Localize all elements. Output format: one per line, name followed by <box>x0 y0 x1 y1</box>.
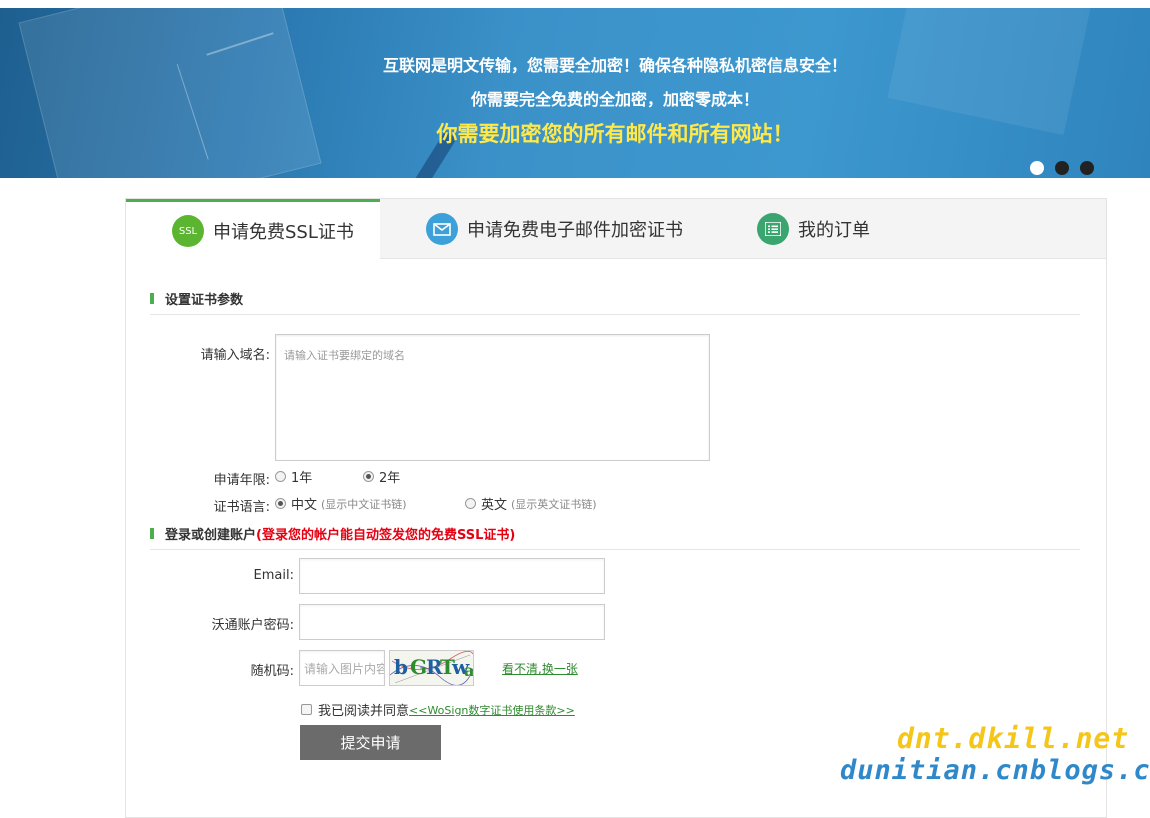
carousel-indicators <box>1030 161 1094 175</box>
tab-my-orders[interactable]: 我的订单 <box>757 199 957 259</box>
watermark-line-1: dnt.dkill.net <box>897 722 1130 755</box>
tab-label: 申请免费电子邮件加密证书 <box>467 220 683 241</box>
ssl-icon-text: SSL <box>178 225 198 237</box>
carousel-dot-3[interactable] <box>1080 161 1094 175</box>
radio-label: 2年 <box>379 471 401 486</box>
domain-label: 请输入域名: <box>200 348 270 363</box>
hero-banner: 互联网是明文传输，您需要全加密！确保各种隐私机密信息安全！ 你需要完全免费的全加… <box>0 8 1150 178</box>
envelope-icon <box>426 213 458 245</box>
radio-button[interactable] <box>465 498 476 509</box>
banner-headline-1: 互联网是明文传输，您需要全加密！确保各种隐私机密信息安全！ <box>382 56 847 75</box>
radio-button-selected[interactable] <box>363 471 374 482</box>
password-input[interactable] <box>299 604 605 640</box>
radio-label: 1年 <box>291 471 313 486</box>
language-option-chinese[interactable]: 中文 (显示中文证书链) <box>275 494 407 513</box>
captcha-label: 随机码: <box>250 664 294 679</box>
section-title: 登录或创建账户(登录您的帐户能自动签发您的免费SSL证书) <box>165 524 515 543</box>
radio-label: 英文 <box>481 498 508 513</box>
banner-headline-3: 你需要加密您的所有邮件和所有网站！ <box>436 122 794 146</box>
email-input[interactable] <box>299 558 605 594</box>
captcha-char: b <box>394 655 408 679</box>
list-icon <box>757 213 789 245</box>
language-label: 证书语言: <box>213 500 270 515</box>
section-header-login: 登录或创建账户(登录您的帐户能自动签发您的免费SSL证书) <box>150 524 1080 550</box>
watermark-line-2: dunitian.cnblogs.com <box>840 755 1150 786</box>
radio-label: 中文 <box>291 498 318 513</box>
agreement-row: 我已阅读并同意 <<WoSign数字证书使用条款>> <box>301 700 575 719</box>
period-label: 申请年限: <box>213 473 270 488</box>
tab-label: 申请免费SSL证书 <box>213 222 354 243</box>
ssl-icon: SSL <box>172 215 204 247</box>
tab-label: 我的订单 <box>798 220 870 241</box>
radio-button[interactable] <box>275 471 286 482</box>
submit-button[interactable]: 提交申请 <box>300 725 441 760</box>
section-title: 设置证书参数 <box>165 293 244 308</box>
period-option-1year[interactable]: 1年 <box>275 467 312 486</box>
captcha-refresh-link[interactable]: 看不清,换一张 <box>502 660 578 677</box>
language-option-english[interactable]: 英文 (显示英文证书链) <box>465 494 597 513</box>
tab-free-email-cert[interactable]: 申请免费电子邮件加密证书 <box>426 199 726 259</box>
section-title-text: 登录或创建账户 <box>165 528 257 543</box>
agreement-text: 我已阅读并同意 <box>318 704 410 719</box>
section-marker <box>150 528 154 539</box>
radio-button-selected[interactable] <box>275 498 286 509</box>
period-option-2year[interactable]: 2年 <box>363 467 400 486</box>
carousel-dot-2[interactable] <box>1055 161 1069 175</box>
tab-bar: SSL 申请免费SSL证书 申请免费电子邮件加密证书 我的订单 <box>126 199 1106 260</box>
captcha-char: a <box>464 661 474 680</box>
banner-headline-2: 你需要完全免费的全加密，加密零成本！ <box>470 90 759 109</box>
captcha-input[interactable]: 请输入图片内容 <box>299 650 385 686</box>
agreement-checkbox[interactable] <box>301 704 312 715</box>
email-label: Email: <box>253 568 294 583</box>
section-marker <box>150 293 154 304</box>
captcha-char: G <box>410 655 428 679</box>
carousel-dot-1[interactable] <box>1030 161 1044 175</box>
section-header-cert-params: 设置证书参数 <box>150 289 1080 315</box>
terms-link[interactable]: <<WoSign数字证书使用条款>> <box>409 702 575 718</box>
password-label: 沃通账户密码: <box>211 618 294 633</box>
tab-free-ssl[interactable]: SSL 申请免费SSL证书 <box>126 199 380 260</box>
section-title-note: (登录您的帐户能自动签发您的免费SSL证书) <box>256 528 516 543</box>
radio-note: (显示英文证书链) <box>511 497 597 511</box>
radio-note: (显示中文证书链) <box>321 497 407 511</box>
domain-textarea[interactable]: 请输入证书要绑定的域名 <box>275 334 710 461</box>
captcha-image[interactable]: b G R T w a <box>389 650 474 686</box>
